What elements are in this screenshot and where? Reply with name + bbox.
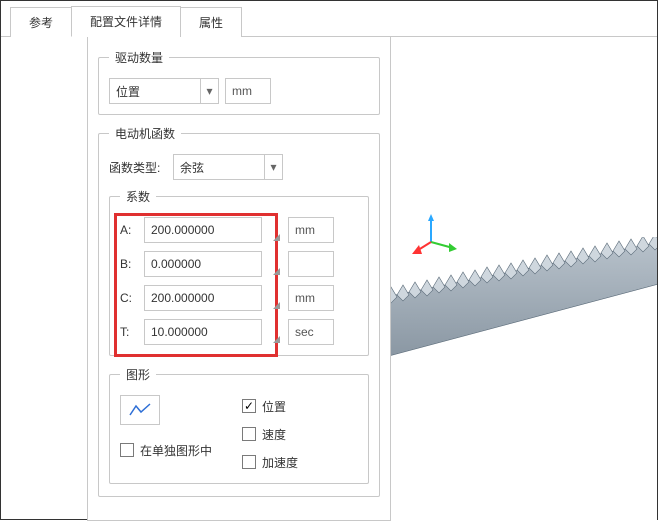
function-type-label: 函数类型:	[109, 159, 167, 176]
function-type-value: 余弦	[174, 159, 264, 176]
profile-panel: 驱动数量 位置 ▾ mm 电动机函数 函数类型: 余弦 ▾ 系数	[87, 37, 391, 521]
tab-reference-label: 参考	[29, 16, 53, 30]
coefficients-legend: 系数	[120, 188, 156, 205]
coeff-a-input[interactable]: 200.000000	[144, 217, 262, 243]
tab-reference[interactable]: 参考	[10, 7, 72, 37]
coeff-b-label: B:	[120, 257, 138, 271]
coeff-t-unit-label: sec	[295, 325, 314, 339]
velocity-checkbox[interactable]	[242, 427, 256, 441]
graph-group: 图形 在单独图形中 位置	[109, 366, 369, 484]
line-chart-icon	[129, 403, 151, 417]
coeff-c-unit-label: mm	[295, 291, 315, 305]
coeff-a-unit[interactable]: mm	[288, 217, 334, 243]
drive-quantity-group: 驱动数量 位置 ▾ mm	[98, 49, 380, 115]
coeff-c-unit[interactable]: mm	[288, 285, 334, 311]
coefficients-group: 系数 A: 200.000000 mm B: 0.000000 C: 200.0…	[109, 188, 369, 356]
velocity-label: 速度	[262, 426, 286, 443]
drag-handle-icon[interactable]	[268, 217, 282, 243]
chevron-down-icon: ▾	[264, 155, 282, 179]
drive-unit-label: mm	[232, 84, 252, 98]
coeff-c-label: C:	[120, 291, 138, 305]
coeff-t-label: T:	[120, 325, 138, 339]
tab-attributes-label: 属性	[199, 16, 223, 30]
tab-profile-detail[interactable]: 配置文件详情	[71, 6, 181, 37]
acceleration-label: 加速度	[262, 454, 298, 471]
coeff-a-label: A:	[120, 223, 138, 237]
drive-type-dropdown[interactable]: 位置 ▾	[109, 78, 219, 104]
motor-function-group: 电动机函数 函数类型: 余弦 ▾ 系数 A: 200.000000 mm	[98, 125, 380, 497]
acceleration-checkbox[interactable]	[242, 455, 256, 469]
graph-preview-button[interactable]	[120, 395, 160, 425]
tab-profile-label: 配置文件详情	[90, 15, 162, 29]
separate-graph-label: 在单独图形中	[140, 442, 212, 459]
coeff-b-input[interactable]: 0.000000	[144, 251, 262, 277]
graph-legend: 图形	[120, 366, 156, 383]
3d-viewport[interactable]	[391, 37, 657, 521]
motor-function-legend: 电动机函数	[109, 125, 181, 142]
separate-graph-checkbox[interactable]	[120, 443, 134, 457]
coeff-t-input[interactable]: 10.000000	[144, 319, 262, 345]
rack-gear-model	[391, 237, 657, 397]
tab-attributes[interactable]: 属性	[180, 7, 242, 37]
main-area: 驱动数量 位置 ▾ mm 电动机函数 函数类型: 余弦 ▾ 系数	[1, 37, 657, 521]
position-checkbox[interactable]	[242, 399, 256, 413]
drive-unit-box[interactable]: mm	[225, 78, 271, 104]
drive-type-value: 位置	[110, 83, 200, 100]
coeff-c-input[interactable]: 200.000000	[144, 285, 262, 311]
chevron-down-icon: ▾	[200, 79, 218, 103]
coeff-t-unit[interactable]: sec	[288, 319, 334, 345]
coeff-a-unit-label: mm	[295, 223, 315, 237]
left-gutter	[1, 37, 87, 521]
drive-quantity-legend: 驱动数量	[109, 49, 169, 66]
drag-handle-icon[interactable]	[268, 251, 282, 277]
drag-handle-icon[interactable]	[268, 285, 282, 311]
function-type-dropdown[interactable]: 余弦 ▾	[173, 154, 283, 180]
tab-strip: 参考 配置文件详情 属性	[1, 1, 657, 37]
position-label: 位置	[262, 398, 286, 415]
coeff-b-unit[interactable]	[288, 251, 334, 277]
drag-handle-icon[interactable]	[268, 319, 282, 345]
